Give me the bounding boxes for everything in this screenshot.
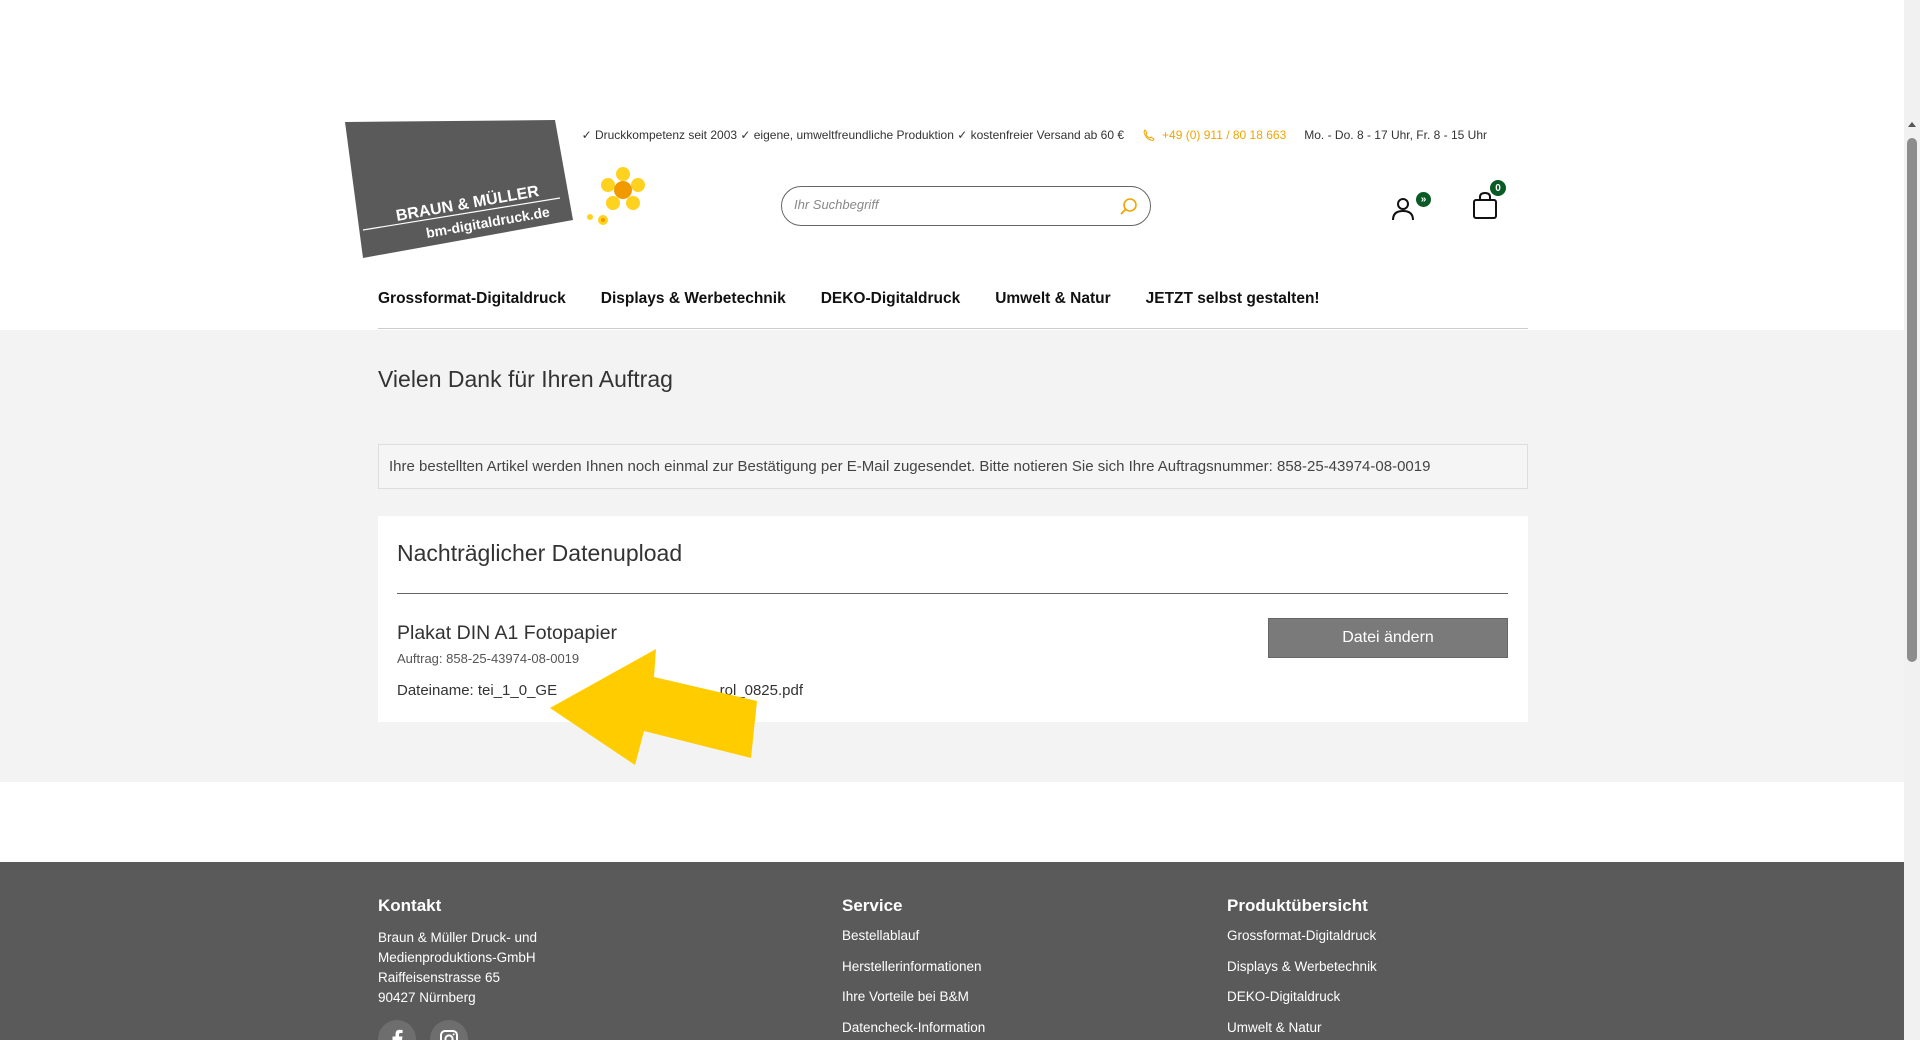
search-input[interactable] [794,197,1094,212]
footer-link-vorteile[interactable]: Ihre Vorteile bei B&M [842,989,985,1020]
page-scrollbar[interactable] [1904,0,1920,1040]
footer-link-bestellablauf[interactable]: Bestellablauf [842,928,985,959]
footer-contact: Kontakt Braun & Müller Druck- und Medien… [378,896,537,1008]
footer-contact-heading: Kontakt [378,896,442,915]
address-line: 90427 Nürnberg [378,990,476,1005]
main-navigation: Grossformat-Digitaldruck Displays & Werb… [378,290,1320,308]
address-line: Raiffeisenstrasse 65 [378,970,501,985]
upload-title: Nachträglicher Datenupload [397,540,683,566]
address-line: Medienproduktions-GmbH [378,950,536,965]
footer-link-umwelt[interactable]: Umwelt & Natur [1227,1020,1377,1040]
phone-number[interactable]: +49 (0) 911 / 80 18 663 [1162,128,1286,142]
user-icon [1392,198,1414,221]
footer-link-displays[interactable]: Displays & Werbetechnik [1227,959,1377,990]
footer-link-datencheck[interactable]: Datencheck-Information [842,1020,985,1040]
nav-divider [378,328,1528,329]
footer-link-deko[interactable]: DEKO-Digitaldruck [1227,989,1377,1020]
footer-link-grossformat[interactable]: Grossformat-Digitaldruck [1227,928,1377,959]
search-icon[interactable] [1118,196,1140,218]
topbar: ✓ Druckkompetenz seit 2003 ✓ eigene, umw… [582,128,1487,142]
order-confirmation-notice: Ihre bestellten Artikel werden Ihnen noc… [378,444,1528,489]
footer-products-heading: Produktübersicht [1227,896,1368,915]
page: BRAUN & MÜLLER bm-digitaldruck.de ✓ Druc… [0,0,1904,1040]
annotation-arrow-icon [550,649,757,765]
nav-item-deko[interactable]: DEKO-Digitaldruck [821,290,961,308]
footer-link-herstellerinformationen[interactable]: Herstellerinformationen [842,959,985,990]
shopping-bag-icon [1473,192,1497,219]
account-button[interactable]: » [1390,192,1434,224]
footer: Kontakt Braun & Müller Druck- und Medien… [0,862,1904,1040]
search-bar[interactable] [781,186,1151,226]
account-badge: » [1416,192,1431,207]
nav-item-grossformat[interactable]: Grossformat-Digitaldruck [378,290,566,308]
flower-icon [601,167,645,210]
footer-service: Service Bestellablauf Herstellerinformat… [842,896,985,1040]
usp-text: ✓ Druckkompetenz seit 2003 ✓ eigene, umw… [581,128,1125,142]
upload-divider [397,593,1508,594]
nav-item-displays[interactable]: Displays & Werbetechnik [601,290,786,308]
footer-service-heading: Service [842,896,903,915]
scrollbar-thumb[interactable] [1907,138,1917,662]
change-file-button[interactable]: Datei ändern [1268,618,1508,658]
address-line: Braun & Müller Druck- und [378,930,538,945]
phone-link[interactable]: +49 (0) 911 / 80 18 663 [1142,128,1286,142]
footer-address: Braun & Müller Druck- und Medienprodukti… [378,928,537,1008]
nav-item-umwelt[interactable]: Umwelt & Natur [995,290,1110,308]
footer-products: Produktübersicht Grossformat-Digitaldruc… [1227,896,1377,1040]
opening-hours: Mo. - Do. 8 - 17 Uhr, Fr. 8 - 15 Uhr [1304,128,1487,142]
facebook-icon[interactable] [378,1020,416,1040]
scroll-up-arrow-icon[interactable] [1908,122,1916,127]
filename-label: Dateiname: tei_1_0_GE [397,682,558,699]
cart-button[interactable]: 0 [1470,180,1506,222]
page-title: Vielen Dank für Ihren Auftrag [378,366,673,392]
instagram-icon[interactable] [430,1020,468,1040]
nav-item-selbst-gestalten[interactable]: JETZT selbst gestalten! [1146,290,1320,308]
cart-count-badge: 0 [1490,180,1506,196]
phone-icon [1143,129,1155,141]
